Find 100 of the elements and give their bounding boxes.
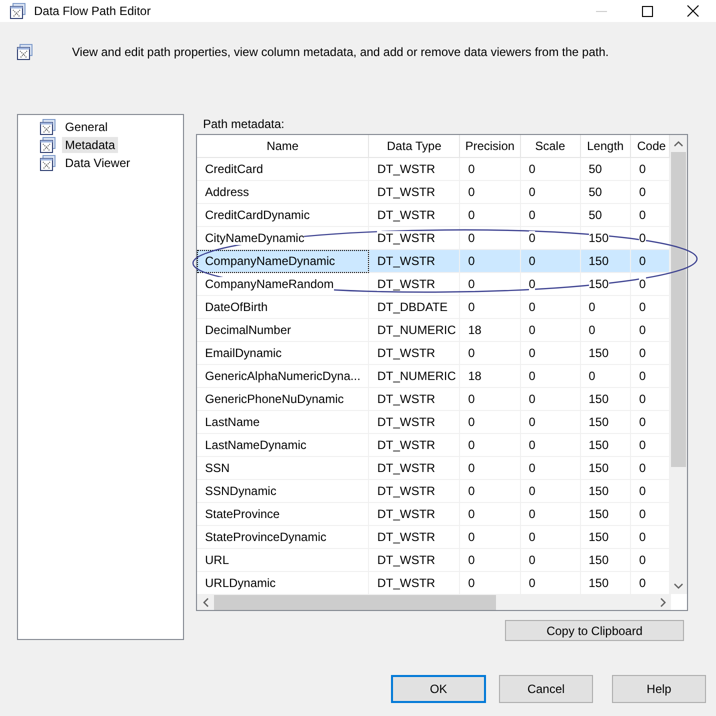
table-cell: 0 xyxy=(520,410,580,434)
table-cell: LastNameDynamic xyxy=(197,434,369,456)
table-cell: 0 xyxy=(630,158,670,180)
dialog-button[interactable]: OK xyxy=(391,675,486,703)
page-icon xyxy=(40,119,56,135)
copy-button[interactable]: Copy to Clipboard xyxy=(505,620,684,641)
table-cell: DT_WSTR xyxy=(368,502,460,526)
table-cell: 0 xyxy=(630,410,670,434)
table-cell: StateProvince xyxy=(197,502,369,526)
table-cell: DT_WSTR xyxy=(368,250,460,272)
column-header[interactable]: Scale xyxy=(520,135,580,158)
table-cell: 18 xyxy=(460,318,520,342)
table-cell: 0 xyxy=(630,296,670,318)
table-cell: 0 xyxy=(460,456,520,480)
table-cell: 0 xyxy=(460,526,520,548)
sidebar-item[interactable]: Metadata xyxy=(62,137,118,153)
table-cell: 0 xyxy=(520,342,580,364)
page-icon xyxy=(40,137,56,153)
table-cell: 0 xyxy=(520,502,580,526)
table-cell: 0 xyxy=(520,434,580,456)
table-label: Path metadata: xyxy=(202,116,286,133)
table-cell: 0 xyxy=(630,548,670,572)
sidebar-item[interactable]: Data Viewer xyxy=(62,155,134,171)
table-cell: 0 xyxy=(630,388,670,410)
table-cell: 0 xyxy=(460,296,520,318)
editor-icon xyxy=(17,44,33,60)
table-cell: 0 xyxy=(520,180,580,204)
table-cell: CreditCard xyxy=(197,158,369,180)
table-cell: 150 xyxy=(580,388,631,410)
table-cell: 0 xyxy=(580,318,631,342)
table-cell: 0 xyxy=(460,548,520,572)
table-cell: 0 xyxy=(630,180,670,204)
table-cell: 150 xyxy=(580,502,631,526)
table-cell: 0 xyxy=(580,296,631,318)
table-cell: StateProvinceDynamic xyxy=(197,526,369,548)
column-header[interactable]: Name xyxy=(197,135,369,158)
close-icon[interactable] xyxy=(687,5,699,17)
table-cell: 0 xyxy=(630,480,670,502)
table-cell: 150 xyxy=(580,272,631,296)
table-cell: DT_WSTR xyxy=(368,158,460,180)
maximize-icon[interactable] xyxy=(642,6,652,16)
table-cell: 150 xyxy=(580,250,631,272)
table-cell: 0 xyxy=(520,526,580,548)
table-cell: LastName xyxy=(197,410,369,434)
table-cell: 50 xyxy=(580,204,631,226)
dialog-button[interactable]: Cancel xyxy=(499,675,593,703)
table-cell: 0 xyxy=(460,342,520,364)
table-cell: 0 xyxy=(460,502,520,526)
table-cell: 50 xyxy=(580,180,631,204)
table-cell: DT_NUMERIC xyxy=(368,318,460,342)
table-cell: 0 xyxy=(520,272,580,296)
table-cell: 0 xyxy=(630,502,670,526)
sidebar-item[interactable]: General xyxy=(62,119,111,135)
table-cell: CreditCardDynamic xyxy=(197,204,369,226)
table-cell: 0 xyxy=(520,388,580,410)
table-cell: 0 xyxy=(520,548,580,572)
table-cell: 0 xyxy=(520,364,580,388)
table-cell: EmailDynamic xyxy=(197,342,369,364)
table-cell: URL xyxy=(197,548,369,572)
table-cell: DT_WSTR xyxy=(368,526,460,548)
table-cell: 0 xyxy=(460,388,520,410)
table-cell: DT_WSTR xyxy=(368,410,460,434)
table-cell: DT_WSTR xyxy=(368,434,460,456)
table-cell: 0 xyxy=(580,364,631,388)
table-cell: DT_WSTR xyxy=(368,226,460,250)
table-cell: 0 xyxy=(460,480,520,502)
column-header[interactable]: Length xyxy=(580,135,631,158)
table-cell: DT_DBDATE xyxy=(368,296,460,318)
table-cell: 150 xyxy=(580,410,631,434)
table-cell: 0 xyxy=(630,250,670,272)
table-cell: CityNameDynamic xyxy=(197,226,369,250)
table-cell: 150 xyxy=(580,480,631,502)
column-header[interactable]: Precision xyxy=(460,135,520,158)
table-cell: 50 xyxy=(580,158,631,180)
table-cell: 0 xyxy=(460,204,520,226)
table-cell: CompanyNameDynamic xyxy=(197,250,369,272)
table-cell: 0 xyxy=(460,434,520,456)
table-cell: DT_WSTR xyxy=(368,456,460,480)
table-cell: 0 xyxy=(630,526,670,548)
table-cell: GenericPhoneNuDynamic xyxy=(197,388,369,410)
table-cell: DT_WSTR xyxy=(368,548,460,572)
table-cell: 0 xyxy=(460,158,520,180)
column-header[interactable]: Data Type xyxy=(368,135,460,158)
table-cell: SSN xyxy=(197,456,369,480)
horizontal-scrollbar[interactable] xyxy=(197,594,671,610)
table-cell: 0 xyxy=(630,272,670,296)
dialog-button[interactable]: Help xyxy=(612,675,706,703)
table-cell: CompanyNameRandom xyxy=(197,272,369,296)
table-cell: 150 xyxy=(580,434,631,456)
table-cell: SSNDynamic xyxy=(197,480,369,502)
table-cell: DT_WSTR xyxy=(368,342,460,364)
table-cell: DateOfBirth xyxy=(197,296,369,318)
table-cell: 150 xyxy=(580,226,631,250)
table-cell: 150 xyxy=(580,456,631,480)
table-cell: 0 xyxy=(520,456,580,480)
table-cell: 0 xyxy=(630,364,670,388)
vertical-scrollbar[interactable] xyxy=(670,135,687,594)
table-cell: DT_WSTR xyxy=(368,480,460,502)
table-cell: 18 xyxy=(460,364,520,388)
table-cell: 150 xyxy=(580,526,631,548)
